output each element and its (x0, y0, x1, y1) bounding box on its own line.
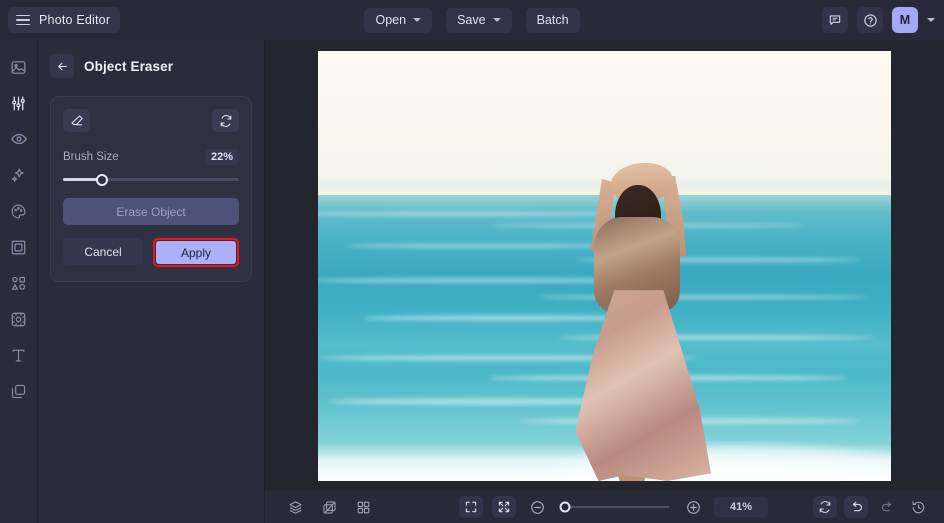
compare-split-icon (322, 500, 337, 515)
palette-icon (10, 203, 27, 220)
redo-icon (880, 500, 895, 515)
tool-row (63, 109, 239, 132)
comment-icon (828, 13, 842, 27)
zoom-slider[interactable] (561, 506, 669, 508)
photo-image[interactable] (318, 51, 891, 481)
app-title: Photo Editor (39, 13, 110, 27)
batch-button[interactable]: Batch (526, 8, 580, 33)
image-icon (10, 59, 27, 76)
eye-icon (10, 130, 28, 148)
sidebar-item-frame[interactable] (5, 234, 33, 260)
refresh-icon (219, 114, 233, 128)
brand-menu-button[interactable]: Photo Editor (8, 7, 120, 33)
layers-button[interactable] (283, 496, 307, 518)
brush-size-knob[interactable] (96, 174, 108, 186)
object-eraser-panel: Object Eraser Brush Size (38, 40, 265, 523)
open-label: Open (375, 13, 406, 27)
history-button[interactable] (906, 496, 930, 518)
photo-editor-app: Photo Editor Open Save Batch (0, 0, 944, 523)
layers-icon (288, 500, 303, 515)
reset-brush-button[interactable] (212, 109, 239, 132)
hamburger-icon[interactable] (16, 15, 30, 26)
zoom-level-value[interactable]: 41% (714, 497, 768, 517)
brush-size-label: Brush Size (63, 151, 119, 163)
history-icon (911, 500, 926, 515)
chevron-down-icon (493, 18, 501, 22)
canvas-area[interactable] (265, 40, 944, 491)
panel-actions: Cancel Apply (63, 238, 239, 267)
help-circle-icon (863, 13, 878, 28)
sidebar-item-image[interactable] (5, 54, 33, 80)
zoom-in-icon (685, 499, 702, 516)
arrow-left-icon (56, 60, 69, 73)
zoom-out-button[interactable] (525, 496, 549, 518)
eraser-icon (70, 114, 84, 128)
top-right-actions: M (822, 0, 935, 40)
text-icon (10, 347, 27, 364)
shapes-icon (10, 275, 27, 292)
sidebar-item-text[interactable] (5, 342, 33, 368)
sidebar-item-layers[interactable] (5, 378, 33, 404)
compare-button[interactable] (317, 496, 341, 518)
save-label: Save (457, 13, 486, 27)
cancel-button[interactable]: Cancel (63, 238, 143, 265)
apply-highlight: Apply (153, 238, 239, 267)
sidebar-item-adjust[interactable] (5, 90, 33, 116)
bottom-bar: 41% (265, 491, 944, 523)
top-center-actions: Open Save Batch (0, 0, 944, 40)
reset-icon (818, 500, 832, 514)
grid-button[interactable] (351, 496, 375, 518)
chevron-down-icon[interactable] (927, 18, 935, 22)
frame-icon (10, 239, 27, 256)
reset-button[interactable] (813, 496, 837, 518)
apply-button[interactable]: Apply (156, 241, 236, 264)
erase-object-button[interactable]: Erase Object (63, 198, 239, 225)
feedback-button[interactable] (822, 7, 848, 33)
fullscreen-icon (464, 500, 478, 514)
photo-subject (553, 163, 725, 481)
zoom-slider-knob[interactable] (560, 502, 571, 513)
zoom-out-icon (529, 499, 546, 516)
sidebar-item-shapes[interactable] (5, 270, 33, 296)
back-button[interactable] (50, 54, 74, 78)
fit-to-screen-button[interactable] (492, 496, 516, 518)
object-eraser-icon (10, 311, 27, 328)
help-button[interactable] (857, 7, 883, 33)
zoom-in-button[interactable] (681, 496, 705, 518)
redo-button[interactable] (875, 496, 899, 518)
sidebar-item-object-eraser[interactable] (5, 306, 33, 332)
undo-icon (849, 500, 864, 515)
tool-rail (0, 40, 38, 523)
eraser-tool-button[interactable] (63, 109, 90, 132)
sparkles-icon (10, 167, 27, 184)
batch-label: Batch (537, 13, 569, 27)
layers-copy-icon (10, 383, 27, 400)
save-button[interactable]: Save (446, 8, 512, 33)
panel-header: Object Eraser (38, 40, 264, 78)
page-title: Object Eraser (84, 59, 173, 74)
fit-to-screen-icon (497, 500, 511, 514)
undo-button[interactable] (844, 496, 868, 518)
chevron-down-icon (413, 18, 421, 22)
sidebar-item-effects[interactable] (5, 162, 33, 188)
avatar[interactable]: M (892, 7, 918, 33)
brush-size-slider[interactable] (63, 178, 239, 181)
open-button[interactable]: Open (364, 8, 432, 33)
adjustments-icon (10, 95, 27, 112)
sidebar-item-color[interactable] (5, 198, 33, 224)
top-bar: Photo Editor Open Save Batch (0, 0, 944, 40)
sidebar-item-preview[interactable] (5, 126, 33, 152)
grid-icon (356, 500, 371, 515)
eraser-controls-card: Brush Size 22% Erase Object Cancel Apply (50, 96, 252, 282)
brush-size-header: Brush Size 22% (63, 149, 239, 165)
fullscreen-button[interactable] (459, 496, 483, 518)
brush-size-value: 22% (205, 149, 239, 165)
